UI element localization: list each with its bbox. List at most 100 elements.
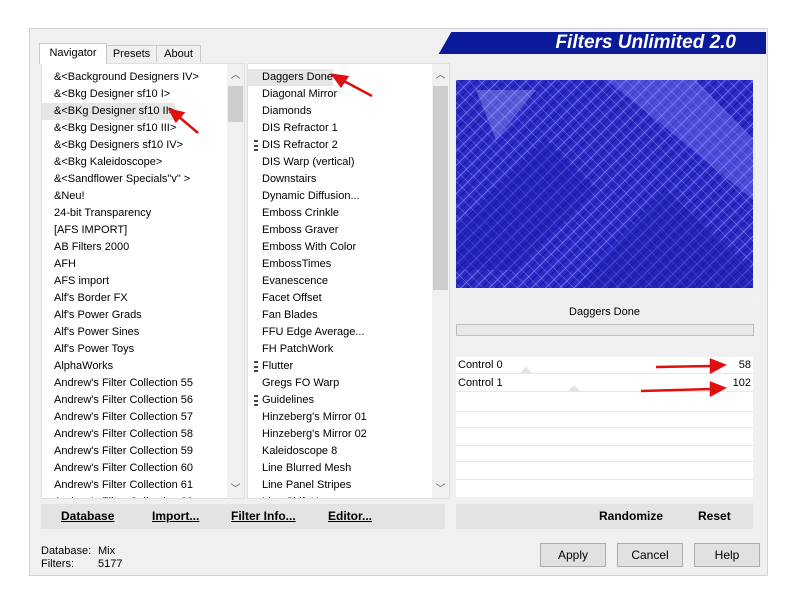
category-item[interactable]: Andrew's Filter Collection 56 (42, 392, 193, 409)
category-item[interactable]: &<Bkg Designers sf10 IV> (42, 137, 183, 154)
scroll-thumb[interactable] (433, 86, 448, 290)
filter-item[interactable]: Flutter (248, 358, 293, 375)
item-label: &<Sandflower Specials"v" > (54, 173, 191, 185)
filter-item[interactable]: Diagonal Mirror (248, 86, 337, 103)
category-item[interactable]: AB Filters 2000 (42, 239, 129, 256)
scroll-down-icon[interactable]: ﹀ (432, 481, 449, 498)
item-label: Evanescence (262, 275, 329, 287)
tab-presets[interactable]: Presets (106, 45, 157, 62)
filter-scrollbar[interactable]: ︿ ﹀ (432, 64, 449, 498)
filter-item[interactable]: Facet Offset (248, 290, 322, 307)
item-label: &<Bkg Designers sf10 IV> (54, 139, 184, 151)
category-item[interactable]: Andrew's Filter Collection 57 (42, 409, 193, 426)
item-label: DIS Refractor 2 (262, 139, 338, 151)
scroll-up-icon[interactable]: ︿ (227, 67, 244, 84)
filter-item[interactable]: Line Blurred Mesh (248, 460, 351, 477)
randomize-button[interactable]: Randomize (599, 509, 663, 523)
filter-item[interactable]: Evanescence (248, 273, 328, 290)
category-item[interactable]: Andrew's Filter Collection 59 (42, 443, 193, 460)
category-item[interactable]: &<Sandflower Specials"v" > (42, 171, 190, 188)
control-1-row[interactable]: Control 1 102 (456, 375, 753, 392)
filter-item[interactable]: Emboss Graver (248, 222, 338, 239)
item-label: &Neu! (54, 190, 85, 202)
item-label: Emboss Graver (262, 224, 339, 236)
category-item[interactable]: Alf's Border FX (42, 290, 128, 307)
filter-list[interactable]: Daggers Done Diagonal Mirror Diamonds DIS R… (247, 63, 450, 499)
item-label: Emboss With Color (262, 241, 357, 253)
control-0-row[interactable]: Control 0 58 (456, 357, 753, 374)
tab-navigator[interactable]: Navigator (39, 43, 107, 64)
category-item[interactable]: &Neu! (42, 188, 85, 205)
category-item[interactable]: Alf's Power Sines (42, 324, 139, 341)
filter-item[interactable]: Downstairs (248, 171, 316, 188)
import-button[interactable]: Import... (152, 509, 199, 523)
filter-item[interactable]: DIS Refractor 1 (248, 120, 338, 137)
filter-item[interactable]: Fan Blades (248, 307, 318, 324)
filter-item[interactable]: FH PatchWork (248, 341, 333, 358)
item-label: Emboss Crinkle (262, 207, 340, 219)
filter-info-button[interactable]: Filter Info... (231, 509, 296, 523)
list-marker-icon (254, 395, 258, 406)
scroll-down-icon[interactable]: ﹀ (227, 481, 244, 498)
list-marker-icon (254, 361, 258, 372)
category-item[interactable]: &<BKg Designer sf10 II> (42, 103, 176, 120)
category-item[interactable]: Andrew's Filter Collection 62 (42, 494, 193, 498)
scroll-thumb[interactable] (228, 86, 243, 122)
item-label: &<BKg Designer sf10 II> (54, 105, 176, 117)
category-item[interactable]: Andrew's Filter Collection 58 (42, 426, 193, 443)
filter-item[interactable]: Dynamic Diffusion... (248, 188, 360, 205)
category-item[interactable]: &<Bkg Designer sf10 III> (42, 120, 176, 137)
cancel-button[interactable]: Cancel (617, 543, 683, 567)
category-item[interactable]: Alf's Power Grads (42, 307, 142, 324)
apply-button[interactable]: Apply (540, 543, 606, 567)
filter-item[interactable]: FFU Edge Average... (248, 324, 365, 341)
controls-panel: Control 0 58 Control 1 102 (456, 357, 753, 497)
item-label: Flutter (262, 360, 294, 372)
filter-item[interactable]: Hinzeberg's Mirror 01 (248, 409, 367, 426)
divider (456, 479, 753, 480)
item-label: Downstairs (262, 173, 317, 185)
filter-item[interactable]: Emboss Crinkle (248, 205, 339, 222)
filter-item[interactable]: Kaleidoscope 8 (248, 443, 337, 460)
database-button[interactable]: Database (61, 509, 114, 523)
filter-item[interactable]: DIS Warp (vertical) (248, 154, 355, 171)
filter-item[interactable]: Emboss With Color (248, 239, 356, 256)
filter-item[interactable]: Guidelines (248, 392, 314, 409)
filter-item[interactable]: EmbossTimes (248, 256, 331, 273)
category-item[interactable]: [AFS IMPORT] (42, 222, 127, 239)
item-label: Alf's Power Sines (54, 326, 140, 338)
filter-item[interactable]: Gregs FO Warp (248, 375, 339, 392)
category-item[interactable]: AlphaWorks (42, 358, 113, 375)
category-item[interactable]: Andrew's Filter Collection 60 (42, 460, 193, 477)
filter-item[interactable]: DIS Refractor 2 (248, 137, 338, 154)
category-scrollbar[interactable]: ︿ ﹀ (227, 64, 244, 498)
category-item[interactable]: Andrew's Filter Collection 61 (42, 477, 193, 494)
category-item[interactable]: &<Background Designers IV> (42, 69, 199, 86)
reset-button[interactable]: Reset (698, 509, 731, 523)
category-item[interactable]: &<Bkg Designer sf10 I> (42, 86, 170, 103)
item-label: &<Background Designers IV> (54, 71, 199, 83)
category-item[interactable]: 24-bit Transparency (42, 205, 151, 222)
item-label: FFU Edge Average... (262, 326, 365, 338)
control-1-label: Control 1 (458, 377, 503, 389)
editor-button[interactable]: Editor... (328, 509, 372, 523)
tab-about[interactable]: About (156, 45, 201, 62)
filter-item[interactable]: Line Shift Up (248, 494, 325, 498)
item-label: Kaleidoscope 8 (262, 445, 338, 457)
divider (456, 411, 753, 412)
item-label: Hinzeberg's Mirror 01 (262, 411, 367, 423)
category-list[interactable]: &<Background Designers IV> &<Bkg Designer… (41, 63, 245, 499)
scroll-up-icon[interactable]: ︿ (432, 67, 449, 84)
category-item[interactable]: Andrew's Filter Collection 55 (42, 375, 193, 392)
category-item[interactable]: Alf's Power Toys (42, 341, 134, 358)
filter-item[interactable]: Line Panel Stripes (248, 477, 351, 494)
category-item[interactable]: AFH (42, 256, 76, 273)
filters-unlimited-logo: Filters Unlimited 2.0 (459, 32, 766, 54)
filter-item[interactable]: Daggers Done (248, 69, 333, 86)
category-item[interactable]: &<Bkg Kaleidoscope> (42, 154, 162, 171)
divider (456, 427, 753, 428)
filter-item[interactable]: Hinzeberg's Mirror 02 (248, 426, 367, 443)
help-button[interactable]: Help (694, 543, 760, 567)
category-item[interactable]: AFS import (42, 273, 109, 290)
filter-item[interactable]: Diamonds (248, 103, 312, 120)
